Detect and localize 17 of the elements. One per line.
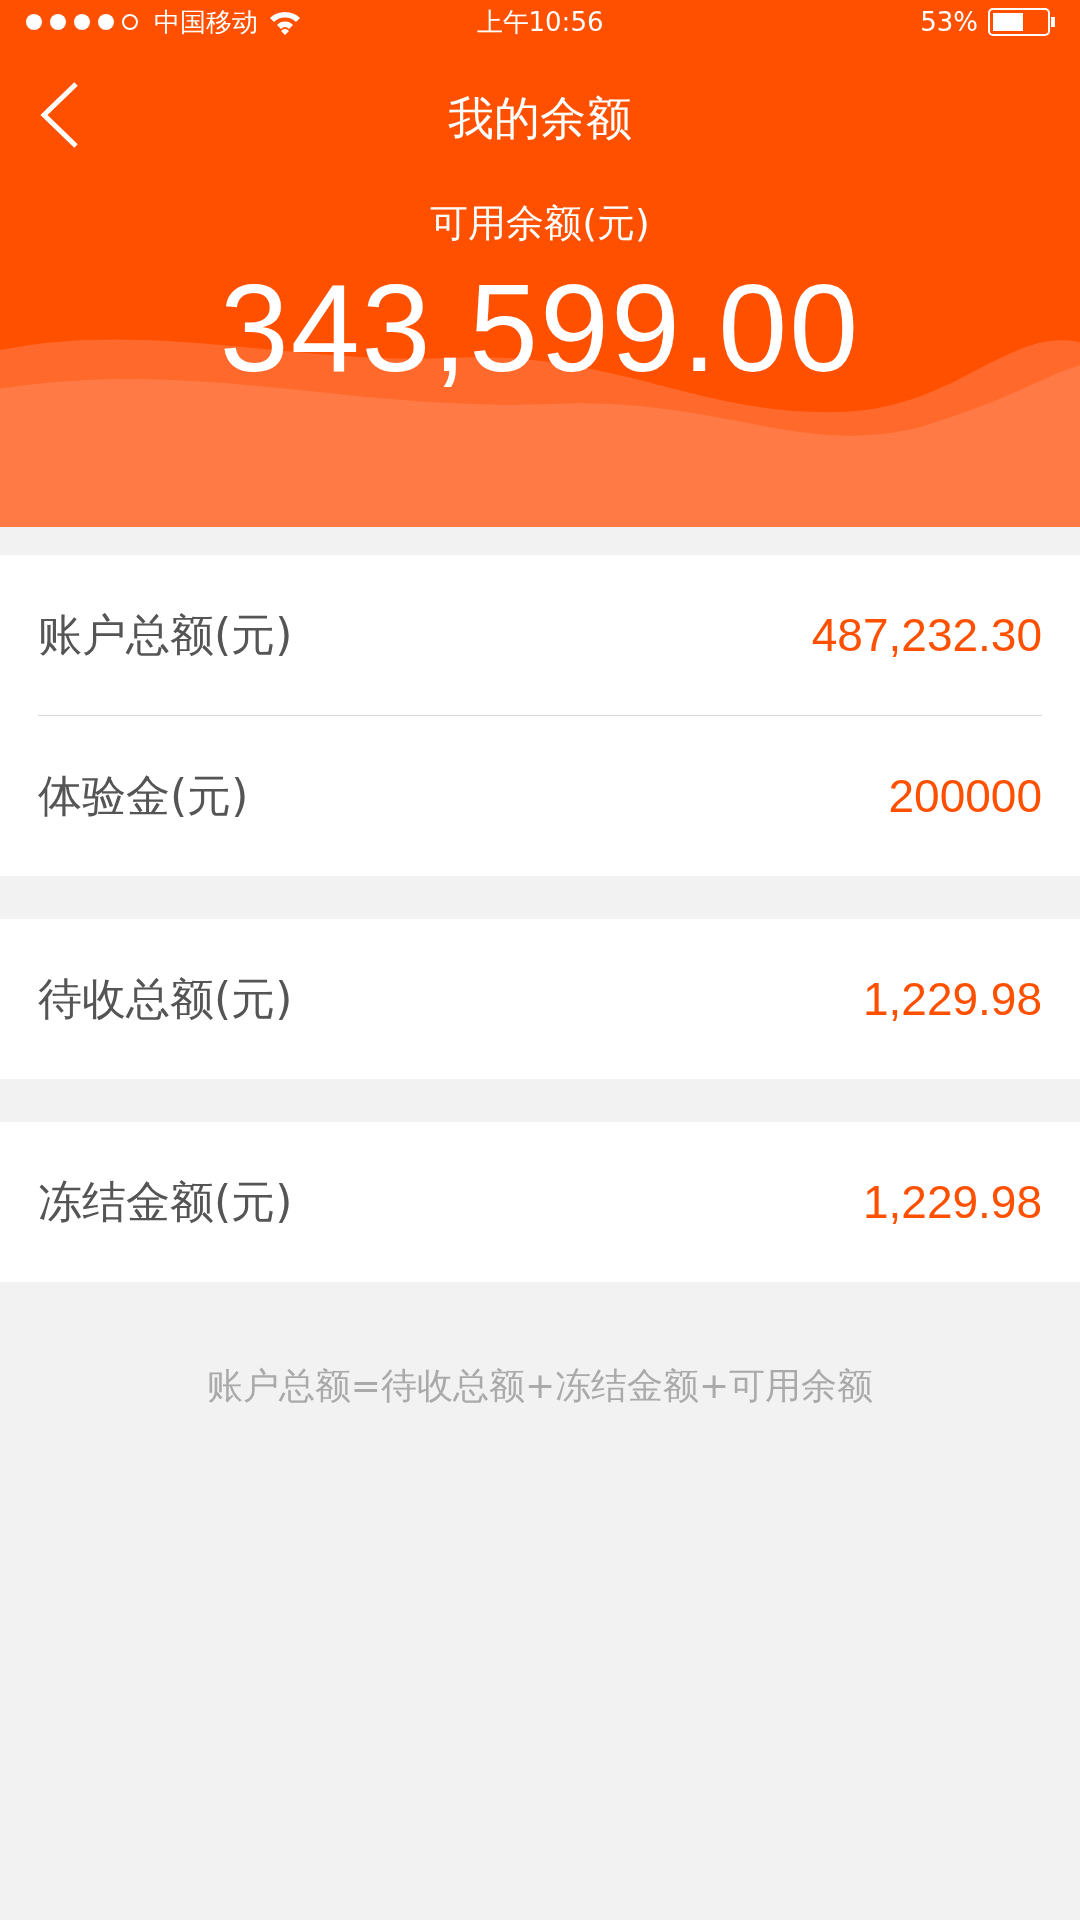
row-value: 1,229.98 <box>862 1175 1042 1229</box>
balance-amount: 343,599.00 <box>218 258 862 399</box>
row-value: 1,229.98 <box>862 972 1042 1026</box>
row-label: 待收总额(元) <box>38 971 293 1026</box>
carrier-name: 中国移动 <box>154 5 258 39</box>
row-value: 200000 <box>888 769 1042 823</box>
status-time: 上午10:56 <box>476 5 604 39</box>
balance-label: 可用余额(元) <box>429 200 651 247</box>
battery-icon <box>988 8 1056 36</box>
row-value: 487,232.30 <box>811 608 1042 662</box>
wifi-icon <box>268 9 302 35</box>
row-label: 体验金(元) <box>38 768 249 823</box>
page-title: 我的余额 <box>448 90 632 147</box>
formula-note: 账户总额=待收总额+冻结金额+可用余额 <box>205 1364 875 1408</box>
battery-percent: 53% <box>920 7 978 37</box>
row-label: 账户总额(元) <box>38 607 293 662</box>
row-label: 冻结金额(元) <box>38 1174 293 1229</box>
